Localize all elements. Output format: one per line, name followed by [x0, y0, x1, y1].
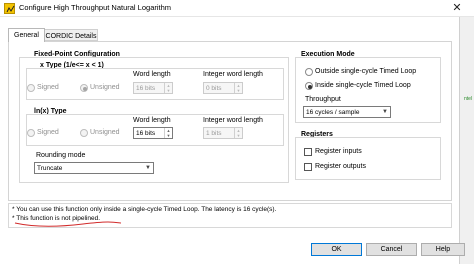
- x-integer-word-length-label: Integer word length: [203, 71, 263, 78]
- x-integer-word-length-field[interactable]: 0 bits ▲ ▼: [203, 82, 243, 94]
- lnx-integer-word-length-value: 1 bits: [206, 130, 222, 137]
- background-window-text: ntel: [464, 96, 473, 102]
- register-inputs-checkbox[interactable]: [304, 148, 312, 156]
- throughput-value: 16 cycles / sample: [306, 109, 360, 116]
- lnx-signed-label: Signed: [37, 129, 59, 136]
- cancel-button[interactable]: Cancel: [366, 243, 417, 256]
- x-word-length-field[interactable]: 16 bits ▲ ▼: [133, 82, 173, 94]
- tab-general[interactable]: General: [8, 28, 45, 42]
- lnx-unsigned-radio[interactable]: [80, 129, 88, 137]
- x-signed-radio[interactable]: [27, 84, 35, 92]
- rounding-mode-label: Rounding mode: [36, 152, 86, 159]
- lnx-unsigned-label: Unsigned: [90, 129, 120, 136]
- lnx-word-length-value: 16 bits: [136, 130, 156, 137]
- inside-loop-label: Inside single-cycle Timed Loop: [315, 82, 411, 89]
- tab-cordic-details[interactable]: CORDIC Details: [45, 29, 98, 41]
- outside-loop-radio[interactable]: [305, 68, 313, 76]
- window-title: Configure High Throughput Natural Logari…: [19, 3, 172, 12]
- x-integer-word-length-value: 0 bits: [206, 85, 222, 92]
- spinner-icon[interactable]: ▲ ▼: [164, 128, 172, 138]
- chevron-down-icon: ▼: [382, 109, 388, 115]
- x-unsigned-label: Unsigned: [90, 84, 120, 91]
- inside-loop-radio[interactable]: [305, 82, 313, 90]
- message-line-1: * You can use this function only inside …: [12, 206, 277, 213]
- throughput-select[interactable]: 16 cycles / sample ▼: [303, 106, 391, 118]
- x-signed-label: Signed: [37, 84, 59, 91]
- close-icon[interactable]: ✕: [446, 1, 468, 15]
- throughput-label: Throughput: [305, 96, 341, 103]
- spinner-icon[interactable]: ▲ ▼: [234, 83, 242, 93]
- labview-vi-icon: [4, 3, 15, 14]
- rounding-mode-value: Truncate: [37, 165, 63, 172]
- spinner-icon[interactable]: ▲ ▼: [234, 128, 242, 138]
- x-word-length-value: 16 bits: [136, 85, 156, 92]
- lnx-integer-word-length-field[interactable]: 1 bits ▲ ▼: [203, 127, 243, 139]
- radio-selected-dot: [308, 85, 312, 89]
- spinner-icon[interactable]: ▲ ▼: [164, 83, 172, 93]
- x-unsigned-radio[interactable]: [80, 84, 88, 92]
- red-underline-annotation: [14, 221, 122, 227]
- lnx-word-length-field[interactable]: 16 bits ▲ ▼: [133, 127, 173, 139]
- help-button[interactable]: Help: [421, 243, 465, 256]
- lnx-signed-radio[interactable]: [27, 129, 35, 137]
- lnx-integer-word-length-label: Integer word length: [203, 117, 263, 124]
- register-outputs-label: Register outputs: [315, 163, 366, 170]
- x-word-length-label: Word length: [133, 71, 171, 78]
- rounding-mode-select[interactable]: Truncate ▼: [34, 162, 154, 174]
- background-window-edge: [459, 17, 474, 264]
- outside-loop-label: Outside single-cycle Timed Loop: [315, 68, 417, 75]
- ok-button[interactable]: OK: [311, 243, 362, 256]
- radio-selected-dot: [83, 87, 87, 91]
- chevron-down-icon: ▼: [145, 165, 151, 171]
- registers-group: [295, 137, 441, 180]
- register-outputs-checkbox[interactable]: [304, 163, 312, 171]
- register-inputs-label: Register inputs: [315, 148, 362, 155]
- lnx-word-length-label: Word length: [133, 117, 171, 124]
